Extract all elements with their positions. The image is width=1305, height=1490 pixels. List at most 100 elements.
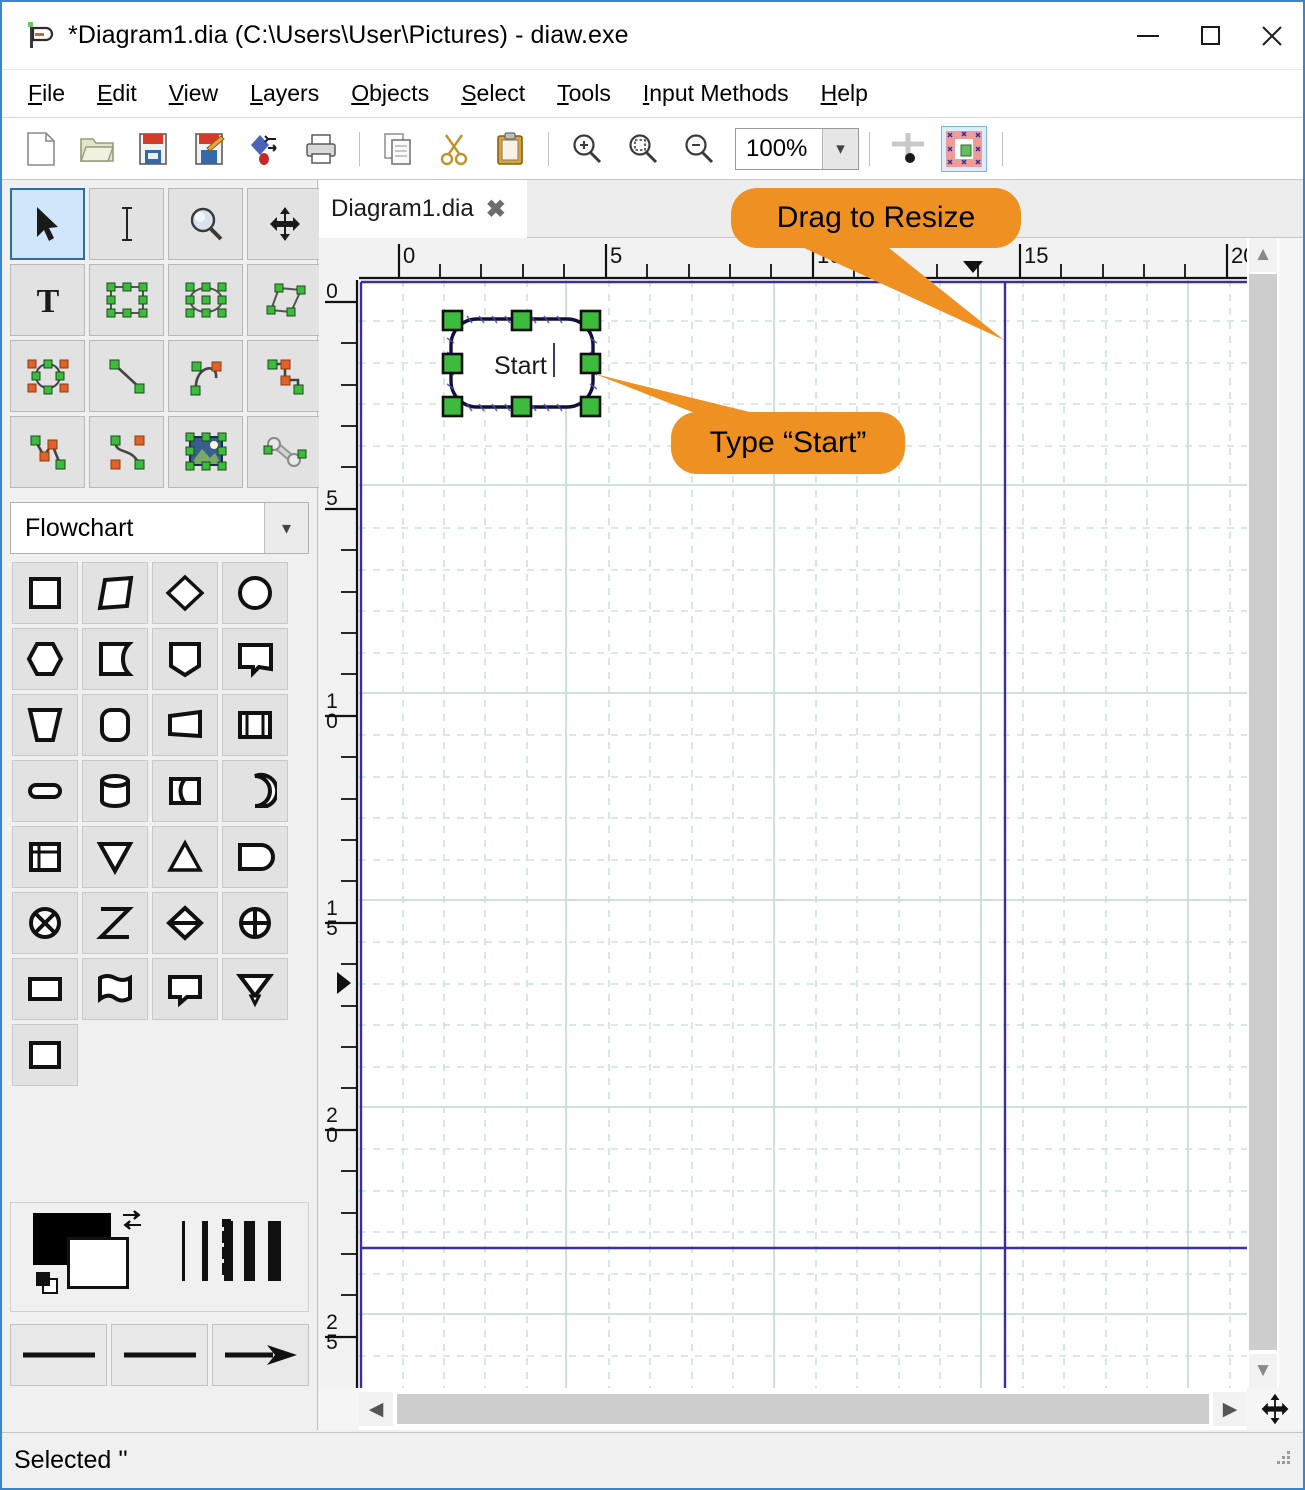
menu-objects[interactable]: Objects xyxy=(335,78,445,109)
shape-card[interactable] xyxy=(12,958,78,1020)
zoom-in-button[interactable] xyxy=(564,126,610,172)
chevron-down-icon[interactable]: ▾ xyxy=(264,503,308,553)
menu-help[interactable]: Help xyxy=(805,78,884,109)
new-page-button[interactable] xyxy=(18,126,64,172)
shape-magnetic-tape[interactable] xyxy=(152,760,218,822)
tool-scroll[interactable] xyxy=(247,188,322,260)
vertical-scroll-thumb[interactable] xyxy=(1249,274,1277,1350)
shape-data-trapezoid[interactable] xyxy=(152,694,218,756)
chevron-down-icon[interactable]: ▾ xyxy=(822,128,858,169)
paste-button[interactable] xyxy=(487,126,533,172)
swap-colors-icon[interactable] xyxy=(117,1207,147,1240)
line-width-selector[interactable] xyxy=(178,1217,308,1297)
shape-sort-diamond[interactable] xyxy=(152,892,218,954)
tab-diagram1[interactable]: Diagram1.dia ✖ xyxy=(319,180,527,238)
tool-modify[interactable] xyxy=(10,188,85,260)
save-as-button[interactable] xyxy=(186,126,232,172)
shape-delay[interactable] xyxy=(82,628,148,690)
background-color-swatch[interactable] xyxy=(67,1237,129,1289)
minimize-icon xyxy=(1137,34,1159,37)
open-button[interactable] xyxy=(74,126,120,172)
sheet-selector-combobox[interactable]: Flowchart ▾ xyxy=(10,502,309,554)
chevron-right-icon[interactable]: ▶ xyxy=(1213,1392,1247,1426)
copy-button[interactable] xyxy=(375,126,421,172)
maximize-button[interactable] xyxy=(1179,2,1241,70)
chevron-left-icon[interactable]: ◀ xyxy=(359,1392,393,1426)
tool-zigzagline[interactable] xyxy=(247,340,322,412)
menu-file[interactable]: File xyxy=(12,78,81,109)
minimize-button[interactable] xyxy=(1117,2,1179,70)
reset-colors-icon[interactable] xyxy=(33,1269,65,1304)
close-x-icon[interactable]: ✖ xyxy=(486,195,506,224)
tool-arc[interactable] xyxy=(168,340,243,412)
shape-magnetic-drum[interactable] xyxy=(82,760,148,822)
tool-polyline[interactable] xyxy=(10,416,85,488)
parallelogram-torn-shape xyxy=(97,575,134,611)
shape-offline-storage[interactable] xyxy=(12,1024,78,1086)
shape-extract-v[interactable] xyxy=(222,958,288,1020)
tool-bezierline[interactable] xyxy=(89,416,164,488)
shape-terminal[interactable] xyxy=(82,694,148,756)
menu-edit[interactable]: Edit xyxy=(81,78,153,109)
print-button[interactable] xyxy=(298,126,344,172)
save-button[interactable] xyxy=(130,126,176,172)
menu-tools[interactable]: Tools xyxy=(541,78,627,109)
snap-to-grid-button[interactable] xyxy=(885,126,931,172)
tool-image[interactable] xyxy=(168,416,243,488)
shape-summing-junction[interactable] xyxy=(12,892,78,954)
shape-or-circle[interactable] xyxy=(222,892,288,954)
horizontal-scroll-thumb[interactable] xyxy=(397,1394,1209,1424)
close-button[interactable] xyxy=(1241,2,1303,70)
chevron-up-icon[interactable]: ▲ xyxy=(1249,238,1277,272)
tool-line[interactable] xyxy=(89,340,164,412)
tool-beziergon[interactable] xyxy=(10,340,85,412)
shape-sort-home-plate[interactable] xyxy=(222,826,288,888)
shape-decision-diamond[interactable] xyxy=(152,562,218,624)
shape-connector-circle[interactable] xyxy=(222,562,288,624)
line-start-arrow-button[interactable] xyxy=(10,1324,107,1386)
zoom-fit-button[interactable] xyxy=(620,126,666,172)
vertical-ruler[interactable]: 0 5 10 15 20 25 xyxy=(319,280,359,1388)
tool-polygon[interactable] xyxy=(247,264,322,336)
scissors-icon xyxy=(440,133,468,165)
tool-outline[interactable] xyxy=(247,416,322,488)
toolbar-separator-3 xyxy=(869,131,870,166)
resize-grip-icon[interactable] xyxy=(1271,1447,1293,1474)
shape-display[interactable] xyxy=(222,628,288,690)
tool-text[interactable]: T xyxy=(10,264,85,336)
horizontal-scrollbar[interactable]: ◀ ▶ xyxy=(359,1388,1247,1430)
zoom-out-button[interactable] xyxy=(676,126,722,172)
shape-process-box[interactable] xyxy=(12,562,78,624)
shape-document[interactable] xyxy=(82,958,148,1020)
canvas-pan-button[interactable] xyxy=(1249,1388,1301,1430)
line-end-arrow-button[interactable] xyxy=(212,1324,309,1386)
export-button[interactable] xyxy=(242,126,288,172)
toolbar-separator-4 xyxy=(1002,131,1003,166)
menu-layers[interactable]: Layers xyxy=(234,78,335,109)
shape-merge-triangle-up[interactable] xyxy=(152,826,218,888)
shape-extract-triangle-down[interactable] xyxy=(82,826,148,888)
tool-magnify[interactable] xyxy=(168,188,243,260)
cut-button[interactable] xyxy=(431,126,477,172)
shape-punched-card[interactable] xyxy=(82,562,148,624)
menu-input-methods[interactable]: Input Methods xyxy=(627,78,805,109)
shape-direct-access-storage[interactable] xyxy=(222,760,288,822)
shape-predefined-process[interactable] xyxy=(222,694,288,756)
shape-off-page-connector[interactable] xyxy=(12,760,78,822)
shape-manual-input[interactable] xyxy=(12,694,78,756)
tool-box[interactable] xyxy=(89,264,164,336)
shape-collate[interactable] xyxy=(82,892,148,954)
shape-annotation[interactable] xyxy=(152,958,218,1020)
line-style-button[interactable] xyxy=(111,1324,208,1386)
zoom-level-combobox[interactable]: 100% ▾ xyxy=(735,127,859,170)
chevron-down-icon[interactable]: ▼ xyxy=(1249,1354,1277,1388)
shape-manual-operation[interactable] xyxy=(152,628,218,690)
tool-ellipse[interactable] xyxy=(168,264,243,336)
menu-select[interactable]: Select xyxy=(445,78,541,109)
menu-view[interactable]: View xyxy=(153,78,234,109)
shape-preparation[interactable] xyxy=(12,628,78,690)
vertical-scrollbar[interactable]: ▲ ▼ xyxy=(1247,238,1279,1388)
shape-internal-storage[interactable] xyxy=(12,826,78,888)
snap-to-objects-button[interactable] xyxy=(941,125,987,172)
tool-text-edit[interactable] xyxy=(89,188,164,260)
